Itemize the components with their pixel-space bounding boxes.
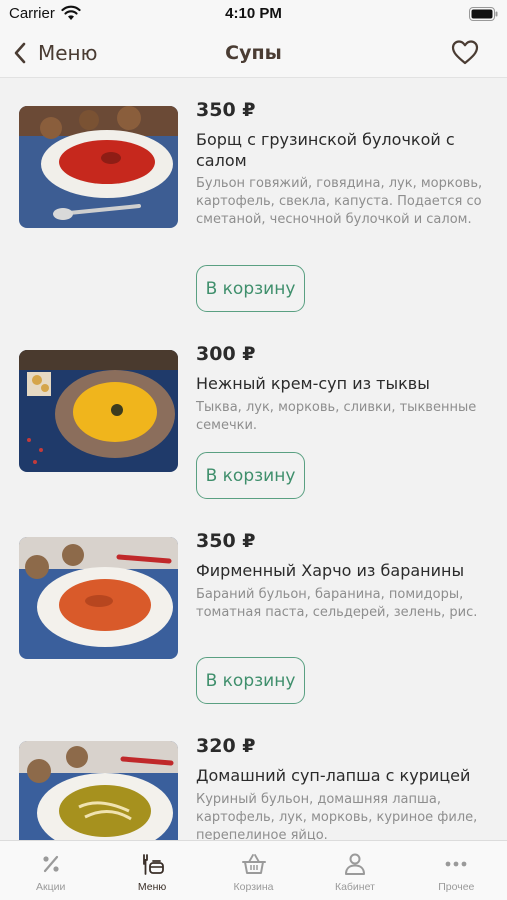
dish-image[interactable]: [19, 350, 178, 472]
item-price: 350 ₽: [196, 99, 256, 121]
item-description: Тыква, лук, морковь, сливки, тыквенные с…: [196, 400, 477, 433]
tab-label: Кабинет: [334, 881, 375, 893]
tab-cart[interactable]: Корзина: [203, 841, 304, 900]
dish-image[interactable]: [19, 741, 178, 840]
item-name: Нежный крем-суп из тыквы: [196, 374, 430, 393]
add-to-cart-button[interactable]: В корзину: [196, 452, 305, 499]
tab-label: Акции: [36, 881, 66, 893]
item-price: 300 ₽: [196, 343, 256, 365]
person-icon: [344, 853, 365, 875]
borscht-image: [19, 106, 178, 228]
add-to-cart-button[interactable]: В корзину: [196, 657, 305, 704]
tab-account[interactable]: Кабинет: [304, 841, 405, 900]
item-description: Куриный бульон, домашняя лапша, картофел…: [196, 792, 478, 840]
chevron-left-icon: [14, 42, 26, 64]
tab-label: Корзина: [233, 881, 274, 893]
basket-icon: [241, 854, 266, 874]
menu-list[interactable]: 350 ₽ Борщ с грузинской булочкой с салом…: [0, 79, 507, 840]
item-price: 320 ₽: [196, 735, 256, 757]
chef-hat-icon: [143, 854, 165, 875]
item-name: Домашний суп-лапша с курицей: [196, 766, 471, 785]
item-name: Фирменный Харчо из баранины: [196, 561, 465, 580]
navigation-bar: Меню Супы: [0, 28, 507, 78]
tab-label: Прочее: [438, 881, 475, 893]
tab-bar: Акции Меню Корзина Кабинет Прочее: [0, 840, 507, 900]
status-bar: Carrier 4:10 PM: [0, 0, 507, 28]
item-price: 350 ₽: [196, 530, 256, 552]
battery-icon: [469, 7, 498, 21]
percent-icon: [43, 855, 59, 873]
chicken-noodle-soup-image: [19, 741, 178, 840]
dish-image[interactable]: [19, 106, 178, 228]
item-description: Бульон говяжий, говядина, лук, морковь, …: [196, 176, 483, 227]
back-button-label: Меню: [38, 41, 98, 65]
dish-image[interactable]: [19, 537, 178, 659]
tab-menu[interactable]: Меню: [101, 841, 202, 900]
back-button[interactable]: Меню: [12, 38, 97, 68]
more-icon: [445, 861, 467, 867]
tab-promotions[interactable]: Акции: [0, 841, 101, 900]
pumpkin-soup-image: [19, 350, 178, 472]
clock: 4:10 PM: [225, 5, 282, 22]
heart-icon[interactable]: [451, 39, 479, 65]
kharcho-image: [19, 537, 178, 659]
item-description: Бараний бульон, баранина, помидоры, тома…: [196, 587, 478, 620]
tab-label: Меню: [137, 881, 167, 893]
item-name: Борщ с грузинской булочкой с салом: [196, 130, 455, 170]
tab-more[interactable]: Прочее: [406, 841, 507, 900]
add-to-cart-button[interactable]: В корзину: [196, 265, 305, 312]
